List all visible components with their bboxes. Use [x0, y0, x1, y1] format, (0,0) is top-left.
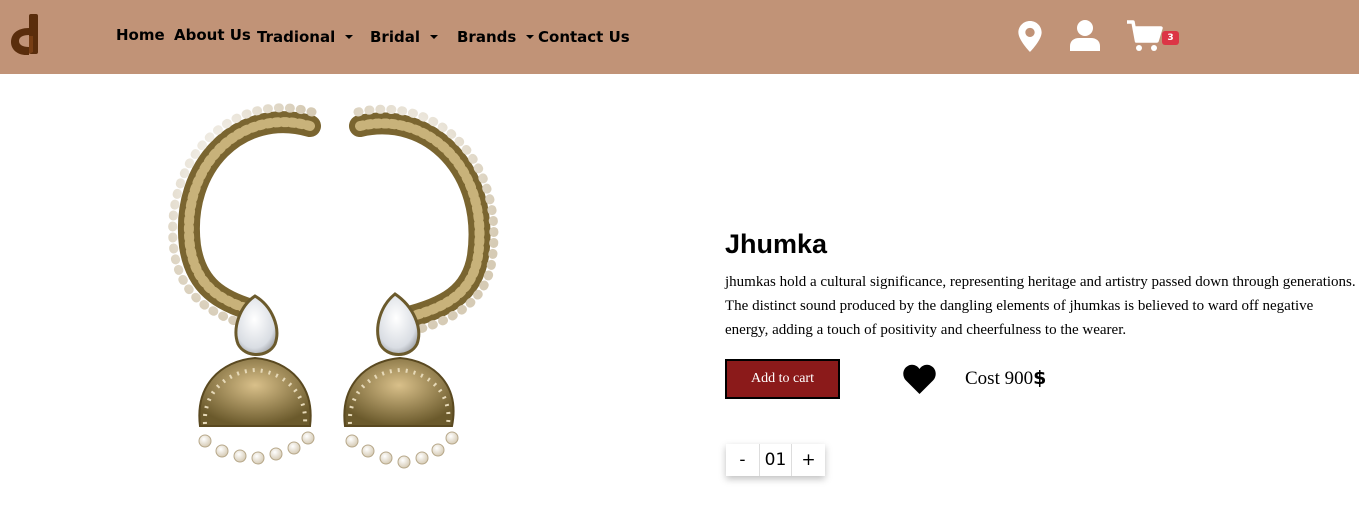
cart-count-badge: 3 — [1162, 31, 1179, 45]
product-cost: Cost 900 $ — [965, 367, 1046, 390]
cost-label: Cost 900 — [965, 368, 1034, 389]
nav-bridal-label: Bridal — [370, 28, 420, 46]
quantity-decrement-button[interactable]: - — [726, 444, 759, 476]
chevron-down-icon — [429, 35, 438, 39]
cost-currency: $ — [1033, 367, 1047, 389]
quantity-value: 01 — [759, 444, 792, 476]
user-icon[interactable] — [1070, 20, 1100, 51]
nav-tradional-label: Tradional — [257, 28, 336, 46]
nav-about-link[interactable]: About Us — [174, 26, 251, 44]
chevron-down-icon — [345, 35, 354, 39]
nav-brands-label: Brands — [457, 28, 517, 46]
nav-home-link[interactable]: Home — [116, 26, 165, 44]
nav-contact-label: Contact Us — [538, 28, 630, 46]
add-to-cart-label: Add to cart — [751, 371, 814, 386]
nav-tradional-dropdown[interactable]: Tradional — [257, 28, 354, 46]
cart-icon[interactable] — [1127, 20, 1163, 52]
add-to-cart-button[interactable]: Add to cart — [725, 359, 840, 399]
jhumka-earrings-image — [168, 103, 499, 469]
nav-bridal-dropdown[interactable]: Bridal — [370, 28, 438, 46]
quantity-increment-button[interactable]: + — [792, 444, 825, 476]
nav-home-label: Home — [116, 26, 165, 44]
product-description: jhumkas hold a cultural significance, re… — [725, 274, 1356, 338]
location-pin-icon[interactable] — [1018, 21, 1042, 52]
navbar: Home About Us Tradional Bridal Brands Co… — [0, 0, 1359, 74]
chevron-down-icon — [526, 35, 535, 39]
product-title: Jhumka — [725, 229, 828, 259]
heart-icon[interactable] — [903, 364, 936, 395]
nav-about-label: About Us — [174, 26, 251, 44]
nav-brands-dropdown[interactable]: Brands — [457, 28, 535, 46]
quantity-stepper: - 01 + — [726, 444, 825, 476]
nav-contact-link[interactable]: Contact Us — [538, 28, 630, 46]
brand-logo-icon[interactable] — [9, 14, 41, 56]
